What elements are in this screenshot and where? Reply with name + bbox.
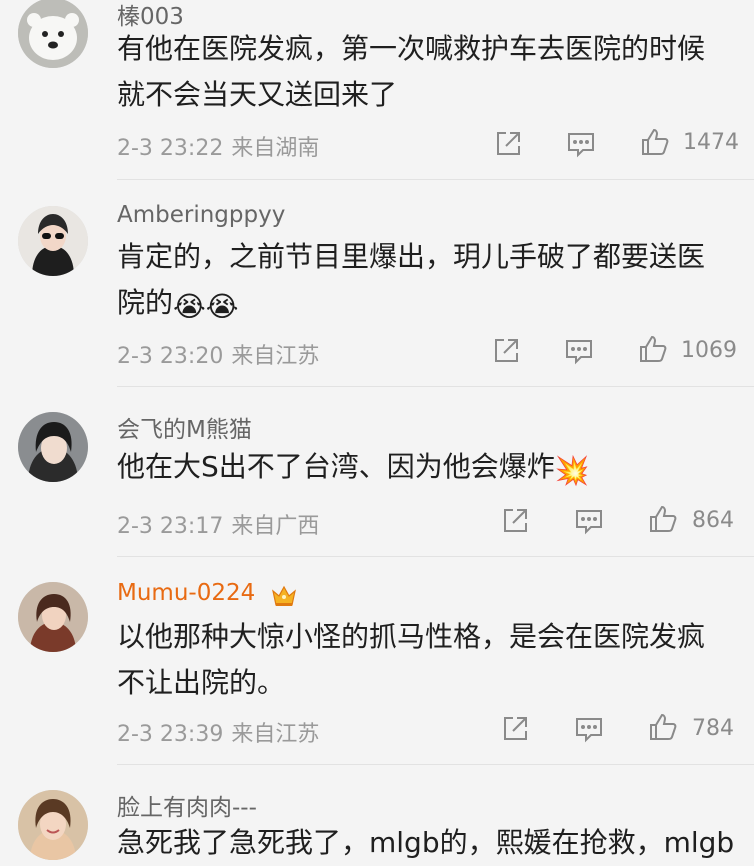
like-icon[interactable] (648, 504, 678, 534)
like-icon[interactable] (638, 334, 668, 364)
like-count: 1069 (681, 338, 737, 363)
crying-emoji-icon: 😭😭 (173, 290, 239, 323)
share-icon[interactable] (500, 506, 530, 536)
comment-date: 2-3 23:39 (117, 722, 224, 747)
girl-portrait-avatar-icon (18, 412, 88, 482)
share-icon[interactable] (491, 336, 521, 366)
comment-icon[interactable] (574, 506, 604, 536)
comment-meta: 2-3 23:39 来自江苏 (117, 716, 319, 748)
comment-text: 以他那种大惊小怪的抓马性格，是会在医院发疯不让出院的。 (117, 620, 706, 699)
polar-bear-avatar-icon (18, 0, 88, 68)
like-count: 864 (692, 508, 734, 533)
comment-date: 2-3 23:22 (117, 136, 224, 161)
comment-location: 来自广西 (231, 514, 320, 539)
crown-icon (270, 582, 298, 610)
avatar[interactable] (18, 206, 88, 276)
comment-feed: 榛003 有他在医院发疯，第一次喊救护车去医院的时候就不会当天又送回来了 2-3… (0, 0, 754, 862)
comment-location: 来自江苏 (231, 344, 320, 369)
avatar[interactable] (18, 412, 88, 482)
share-icon[interactable] (500, 714, 530, 744)
comment-text: 肯定的，之前节目里爆出，玥儿手破了都要送医院的😭😭 (117, 234, 729, 330)
comment-text: 有他在医院发疯，第一次喊救护车去医院的时候就不会当天又送回来了 (117, 32, 706, 111)
comment-icon[interactable] (574, 714, 604, 744)
comment-text: 急死我了急死我了，mlgb的，熙媛在抢救，mlgb (117, 826, 735, 859)
explosion-emoji-icon: 💥 (554, 454, 590, 487)
username[interactable]: 会飞的M熊猫 (117, 410, 252, 444)
girl-sunglasses-avatar-icon (18, 206, 88, 276)
username[interactable]: Mumu-0224 (117, 580, 255, 606)
comment-location: 来自湖南 (231, 136, 320, 161)
like-icon[interactable] (648, 712, 678, 742)
comment-icon[interactable] (564, 336, 594, 366)
woman-portrait-avatar-icon (18, 582, 88, 652)
divider (117, 556, 754, 557)
comment-icon[interactable] (566, 129, 596, 159)
comment-date: 2-3 23:17 (117, 514, 224, 539)
divider (117, 764, 754, 765)
divider (117, 179, 754, 180)
avatar[interactable] (18, 790, 88, 860)
comment-body: 他在大S出不了台湾、因为他会爆炸 (117, 450, 555, 483)
like-count: 784 (692, 716, 734, 741)
like-count: 1474 (683, 130, 739, 155)
comment-text: 他在大S出不了台湾、因为他会爆炸💥 (117, 444, 729, 494)
avatar[interactable] (18, 582, 88, 652)
comment-meta: 2-3 23:20 来自江苏 (117, 338, 319, 370)
avatar[interactable] (18, 0, 88, 68)
like-icon[interactable] (640, 127, 670, 157)
comment-location: 来自江苏 (231, 722, 320, 747)
smiling-woman-avatar-icon (18, 790, 88, 860)
comment-meta: 2-3 23:17 来自广西 (117, 508, 319, 540)
username[interactable]: Amberingppyy (117, 202, 285, 228)
comment-meta: 2-3 23:22 来自湖南 (117, 130, 319, 162)
share-icon[interactable] (493, 129, 523, 159)
comment-date: 2-3 23:20 (117, 344, 224, 369)
divider (117, 386, 754, 387)
username[interactable]: 脸上有肉肉--- (117, 788, 257, 822)
